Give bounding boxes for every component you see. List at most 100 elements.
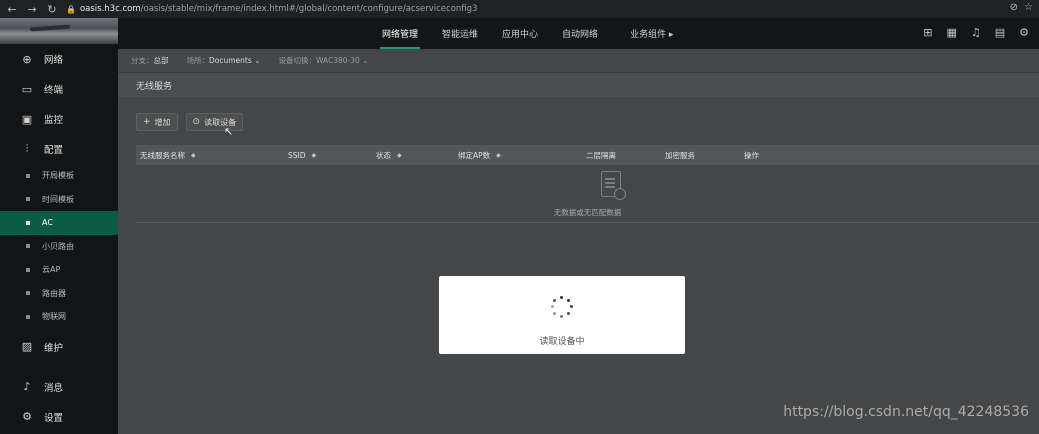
col-bound-ap[interactable]: 绑定AP数 ◆ (458, 150, 586, 161)
sidebar-sub-boot-template[interactable]: 开局模板 (0, 164, 118, 188)
sidebar-sub-time-template[interactable]: 时间模板 (0, 188, 118, 212)
document-icon[interactable]: ▤ (995, 26, 1005, 39)
device-value: WAC380-30 (315, 56, 360, 65)
bell-icon: ♪ (23, 380, 31, 393)
top-navigation: 网络管理 智能运维 应用中心 自动网络 业务组件 ▸ ⊞ ▦ ♫ ▤ ⚙ (118, 18, 1039, 49)
bullet-icon (26, 291, 30, 296)
sidebar-sub-label: 路由器 (42, 288, 66, 298)
topnav-network-management[interactable]: 网络管理 (370, 18, 430, 49)
col-encryption: 加密服务 (665, 150, 744, 161)
sort-icon[interactable]: ◆ (496, 152, 501, 159)
lock-icon: 🔒 (66, 4, 76, 14)
address-bar[interactable]: 🔒 oasis.h3c.com /oasis/stable/mix/frame/… (66, 2, 477, 16)
sidebar-sub-iot[interactable]: 物联网 (0, 305, 118, 329)
sidebar-item-label: 维护 (44, 342, 64, 354)
col-label: 无线服务名称 (140, 150, 185, 160)
watermark: https://blog.csdn.net/qq_42248536 (783, 404, 1029, 420)
sidebar-item-label: 网络 (44, 55, 64, 66)
gear-icon: ⚙ (22, 410, 32, 423)
loading-spinner-icon (551, 296, 573, 318)
filter-bar: 分支：总部 场所：Documents ⌄ 设备切换：WAC380-30 ⌄ (118, 49, 1039, 73)
branch-value: 总部 (153, 56, 169, 65)
sidebar-item-network[interactable]: ⊕ 网络 (0, 44, 118, 74)
sidebar-item-label: 消息 (44, 382, 64, 394)
col-actions: 操作 (744, 150, 804, 161)
sidebar-item-label: 配置 (44, 145, 64, 156)
grid-icon[interactable]: ▦ (946, 26, 956, 39)
branch-filter[interactable]: 分支：总部 (131, 55, 169, 66)
forward-icon[interactable]: → (24, 1, 40, 17)
sidebar-sub-label: 物联网 (42, 312, 66, 322)
topnav-app-center[interactable]: 应用中心 (490, 18, 550, 49)
sidebar-item-messages[interactable]: ♪ 消息 (0, 372, 118, 402)
bell-icon[interactable]: ♫ (971, 26, 981, 39)
sidebar-item-terminal[interactable]: ▭ 终端 (0, 74, 118, 104)
site-filter[interactable]: 场所：Documents ⌄ (187, 55, 261, 66)
back-icon[interactable]: ← (4, 1, 20, 17)
sidebar-item-settings[interactable]: ⚙ 设置 (0, 402, 118, 432)
device-filter[interactable]: 设备切换：WAC380-30 ⌄ (278, 55, 368, 66)
col-label: 状态 (376, 150, 391, 160)
bullet-icon (26, 197, 30, 202)
sort-icon[interactable]: ◆ (191, 152, 196, 159)
reload-icon[interactable]: ↻ (44, 1, 60, 17)
sidebar-sub-ac[interactable]: AC (0, 211, 118, 235)
main-content: 分支：总部 场所：Documents ⌄ 设备切换：WAC380-30 ⌄ 无线… (118, 49, 1039, 434)
bullet-icon (26, 220, 30, 225)
logo-banner (0, 18, 118, 44)
read-device-button[interactable]: ⊙ 读取设备 (185, 113, 244, 131)
sidebar-sub-label: 小贝路由 (42, 241, 74, 251)
sidebar-sub-label: 时间模板 (42, 194, 74, 204)
sidebar-item-maintain[interactable]: ▨ 维护 (0, 332, 118, 362)
sidebar-item-label: 监控 (44, 115, 64, 126)
add-button[interactable]: + 增加 (136, 113, 178, 131)
sidebar-sub-label: AC (42, 218, 53, 228)
chevron-down-icon: ⌄ (254, 56, 261, 65)
device-label: 设备切换： (278, 56, 316, 65)
col-label: 二层隔离 (586, 150, 616, 160)
empty-document-icon (601, 171, 626, 200)
loading-dialog: 读取设备中 (439, 276, 685, 354)
sidebar-item-monitor[interactable]: ▣ 监控 (0, 104, 118, 134)
plus-icon: + (143, 117, 151, 127)
topnav-smart-ops[interactable]: 智能运维 (430, 18, 490, 49)
topnav-auto-network[interactable]: 自动网络 (550, 18, 610, 49)
add-square-icon[interactable]: ⊞ (923, 26, 932, 39)
sidebar-item-config[interactable]: ⫶ 配置 (0, 134, 118, 164)
bullet-icon (26, 314, 30, 319)
bullet-icon (26, 244, 30, 249)
loading-text: 读取设备中 (539, 337, 585, 347)
sort-icon[interactable]: ◆ (312, 152, 317, 159)
sidebar-sub-router[interactable]: 路由器 (0, 282, 118, 306)
col-service-name[interactable]: 无线服务名称 ◆ (136, 150, 288, 161)
sidebar-item-label: 终端 (44, 85, 64, 96)
gear-icon[interactable]: ⚙ (1019, 26, 1029, 39)
sidebar-sub-xiaobei-router[interactable]: 小贝路由 (0, 235, 118, 259)
branch-label: 分支： (131, 56, 154, 65)
col-label: SSID (288, 150, 306, 160)
chevron-down-icon: ⌄ (362, 56, 369, 65)
bullet-icon (26, 173, 30, 178)
url-host: oasis.h3c.com (79, 4, 141, 14)
sidebar-sub-cloud-ap[interactable]: 云AP (0, 258, 118, 282)
monitor-icon: ▣ (21, 112, 33, 126)
cursor-icon: ↖ (224, 125, 234, 138)
section-title: 无线服务 (118, 73, 1039, 99)
site-value: Documents (209, 56, 252, 65)
sort-icon[interactable]: ◆ (397, 152, 402, 159)
col-ssid[interactable]: SSID ◆ (288, 151, 376, 160)
action-bar: + 增加 ⊙ 读取设备 (118, 99, 1039, 145)
topnav-business-components[interactable]: 业务组件 ▸ (618, 18, 685, 49)
site-label: 场所： (186, 56, 210, 65)
col-label: 操作 (744, 150, 759, 160)
star-icon[interactable]: ☆ (1024, 2, 1033, 13)
url-path: /oasis/stable/mix/frame/index.html#/glob… (140, 4, 478, 14)
refresh-icon: ⊙ (192, 117, 201, 127)
col-label: 加密服务 (665, 150, 695, 160)
table-header: 无线服务名称 ◆ SSID ◆ 状态 ◆ 绑定AP数 ◆ 二层隔离 加密服务 操作 (136, 145, 1039, 165)
eye-off-icon[interactable]: ⊘ (1010, 2, 1018, 13)
globe-icon: ⊕ (22, 52, 32, 66)
col-status[interactable]: 状态 ◆ (376, 150, 458, 161)
col-label: 绑定AP数 (458, 150, 491, 160)
sidebar: ⊕ 网络 ▭ 终端 ▣ 监控 ⫶ 配置 开局模板 时间模板 AC 小贝路由 云A… (0, 18, 118, 434)
